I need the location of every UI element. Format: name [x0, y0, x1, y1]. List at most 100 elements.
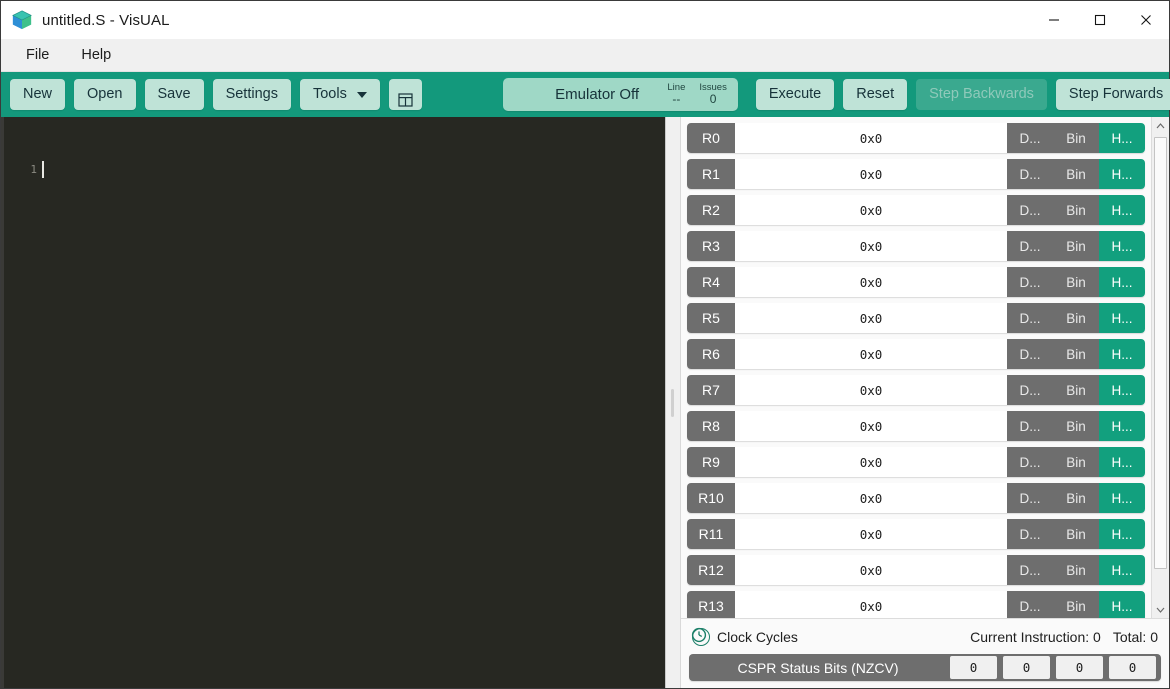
register-mode-bin-button[interactable]: Bin	[1053, 339, 1099, 369]
register-value[interactable]: 0x0	[735, 483, 1007, 513]
clock-icon	[692, 628, 710, 646]
pane-splitter[interactable]	[665, 117, 681, 688]
register-mode-dec-button[interactable]: D...	[1007, 303, 1053, 333]
register-mode-bin-button[interactable]: Bin	[1053, 123, 1099, 153]
register-value[interactable]: 0x0	[735, 123, 1007, 153]
menu-item-help[interactable]: Help	[70, 43, 122, 68]
minimize-button[interactable]	[1031, 1, 1077, 39]
register-row: R0 0x0 D... Bin H...	[687, 123, 1145, 153]
register-mode-dec-button[interactable]: D...	[1007, 159, 1053, 189]
register-mode-bin-button[interactable]: Bin	[1053, 231, 1099, 261]
editor-line-1[interactable]: 1	[1, 158, 44, 180]
register-mode-dec-button[interactable]: D...	[1007, 375, 1053, 405]
open-button-label: Open	[87, 86, 123, 102]
register-mode-hex-button[interactable]: H...	[1099, 195, 1145, 225]
register-value[interactable]: 0x0	[735, 267, 1007, 297]
register-mode-dec-button[interactable]: D...	[1007, 555, 1053, 585]
emulator-line-stat: Line --	[667, 83, 685, 106]
register-value[interactable]: 0x0	[735, 231, 1007, 261]
register-mode-group: D... Bin H...	[1007, 591, 1145, 618]
register-mode-hex-button[interactable]: H...	[1099, 159, 1145, 189]
register-mode-bin-button[interactable]: Bin	[1053, 483, 1099, 513]
register-mode-bin-button[interactable]: Bin	[1053, 411, 1099, 441]
register-value[interactable]: 0x0	[735, 159, 1007, 189]
cspr-bit-n: 0	[950, 656, 997, 679]
register-mode-hex-button[interactable]: H...	[1099, 447, 1145, 477]
toolbar-right-group: Execute Reset Step Backwards Step Forwar…	[755, 79, 1170, 110]
register-mode-hex-button[interactable]: H...	[1099, 231, 1145, 261]
panel-toggle-button[interactable]	[388, 79, 422, 110]
total-label: Total:	[1112, 629, 1147, 645]
register-mode-hex-button[interactable]: H...	[1099, 411, 1145, 441]
register-mode-bin-button[interactable]: Bin	[1053, 159, 1099, 189]
register-row: R2 0x0 D... Bin H...	[687, 195, 1145, 225]
register-value[interactable]: 0x0	[735, 195, 1007, 225]
execute-button-label: Execute	[768, 86, 822, 102]
register-mode-hex-button[interactable]: H...	[1099, 519, 1145, 549]
scroll-down-arrow[interactable]	[1152, 601, 1169, 618]
save-button[interactable]: Save	[144, 79, 204, 110]
register-mode-dec-button[interactable]: D...	[1007, 123, 1053, 153]
register-mode-hex-button[interactable]: H...	[1099, 591, 1145, 618]
register-name: R4	[687, 267, 735, 297]
save-button-label: Save	[157, 86, 191, 102]
register-mode-hex-button[interactable]: H...	[1099, 267, 1145, 297]
register-mode-bin-button[interactable]: Bin	[1053, 195, 1099, 225]
register-mode-dec-button[interactable]: D...	[1007, 411, 1053, 441]
register-mode-dec-button[interactable]: D...	[1007, 519, 1053, 549]
code-editor[interactable]: 1	[1, 117, 665, 688]
register-mode-bin-button[interactable]: Bin	[1053, 519, 1099, 549]
panel-layout-icon	[398, 88, 413, 107]
current-instruction-value: 0	[1093, 629, 1101, 645]
scroll-up-arrow[interactable]	[1152, 117, 1169, 134]
register-scrollbar[interactable]	[1151, 117, 1169, 618]
register-mode-hex-button[interactable]: H...	[1099, 123, 1145, 153]
step-forwards-button[interactable]: Step Forwards	[1055, 79, 1170, 110]
execute-button[interactable]: Execute	[755, 79, 835, 110]
register-mode-dec-button[interactable]: D...	[1007, 231, 1053, 261]
register-value[interactable]: 0x0	[735, 411, 1007, 441]
scrollbar-track[interactable]	[1152, 134, 1169, 601]
register-mode-bin-button[interactable]: Bin	[1053, 267, 1099, 297]
register-mode-dec-button[interactable]: D...	[1007, 195, 1053, 225]
register-mode-bin-button[interactable]: Bin	[1053, 591, 1099, 618]
emulator-issues-stat: Issues 0	[699, 83, 726, 106]
register-mode-hex-button[interactable]: H...	[1099, 375, 1145, 405]
settings-button[interactable]: Settings	[212, 79, 291, 110]
cspr-bit-v: 0	[1109, 656, 1156, 679]
register-value[interactable]: 0x0	[735, 555, 1007, 585]
register-mode-hex-button[interactable]: H...	[1099, 303, 1145, 333]
open-button[interactable]: Open	[74, 79, 136, 110]
tools-button[interactable]: Tools	[299, 79, 380, 110]
maximize-button[interactable]	[1077, 1, 1123, 39]
step-backwards-button[interactable]: Step Backwards	[916, 79, 1047, 110]
register-mode-dec-button[interactable]: D...	[1007, 339, 1053, 369]
register-mode-bin-button[interactable]: Bin	[1053, 375, 1099, 405]
register-mode-hex-button[interactable]: H...	[1099, 555, 1145, 585]
register-mode-hex-button[interactable]: H...	[1099, 483, 1145, 513]
new-button[interactable]: New	[10, 79, 66, 110]
clock-cycles-row: Clock Cycles Current Instruction: 0 Tota…	[689, 625, 1161, 649]
scrollbar-thumb[interactable]	[1154, 137, 1167, 569]
register-mode-dec-button[interactable]: D...	[1007, 591, 1053, 618]
register-row: R10 0x0 D... Bin H...	[687, 483, 1145, 513]
register-mode-group: D... Bin H...	[1007, 231, 1145, 261]
register-mode-bin-button[interactable]: Bin	[1053, 555, 1099, 585]
menu-item-file[interactable]: File	[15, 43, 60, 68]
reset-button[interactable]: Reset	[843, 79, 908, 110]
emulator-status[interactable]: Emulator Off Line -- Issues 0	[502, 78, 738, 111]
register-mode-dec-button[interactable]: D...	[1007, 267, 1053, 297]
register-mode-dec-button[interactable]: D...	[1007, 483, 1053, 513]
register-row: R8 0x0 D... Bin H...	[687, 411, 1145, 441]
register-value[interactable]: 0x0	[735, 591, 1007, 618]
register-mode-dec-button[interactable]: D...	[1007, 447, 1053, 477]
register-value[interactable]: 0x0	[735, 303, 1007, 333]
register-mode-bin-button[interactable]: Bin	[1053, 447, 1099, 477]
register-value[interactable]: 0x0	[735, 447, 1007, 477]
register-mode-bin-button[interactable]: Bin	[1053, 303, 1099, 333]
register-value[interactable]: 0x0	[735, 375, 1007, 405]
register-value[interactable]: 0x0	[735, 519, 1007, 549]
register-mode-hex-button[interactable]: H...	[1099, 339, 1145, 369]
close-button[interactable]	[1123, 1, 1169, 39]
register-value[interactable]: 0x0	[735, 339, 1007, 369]
